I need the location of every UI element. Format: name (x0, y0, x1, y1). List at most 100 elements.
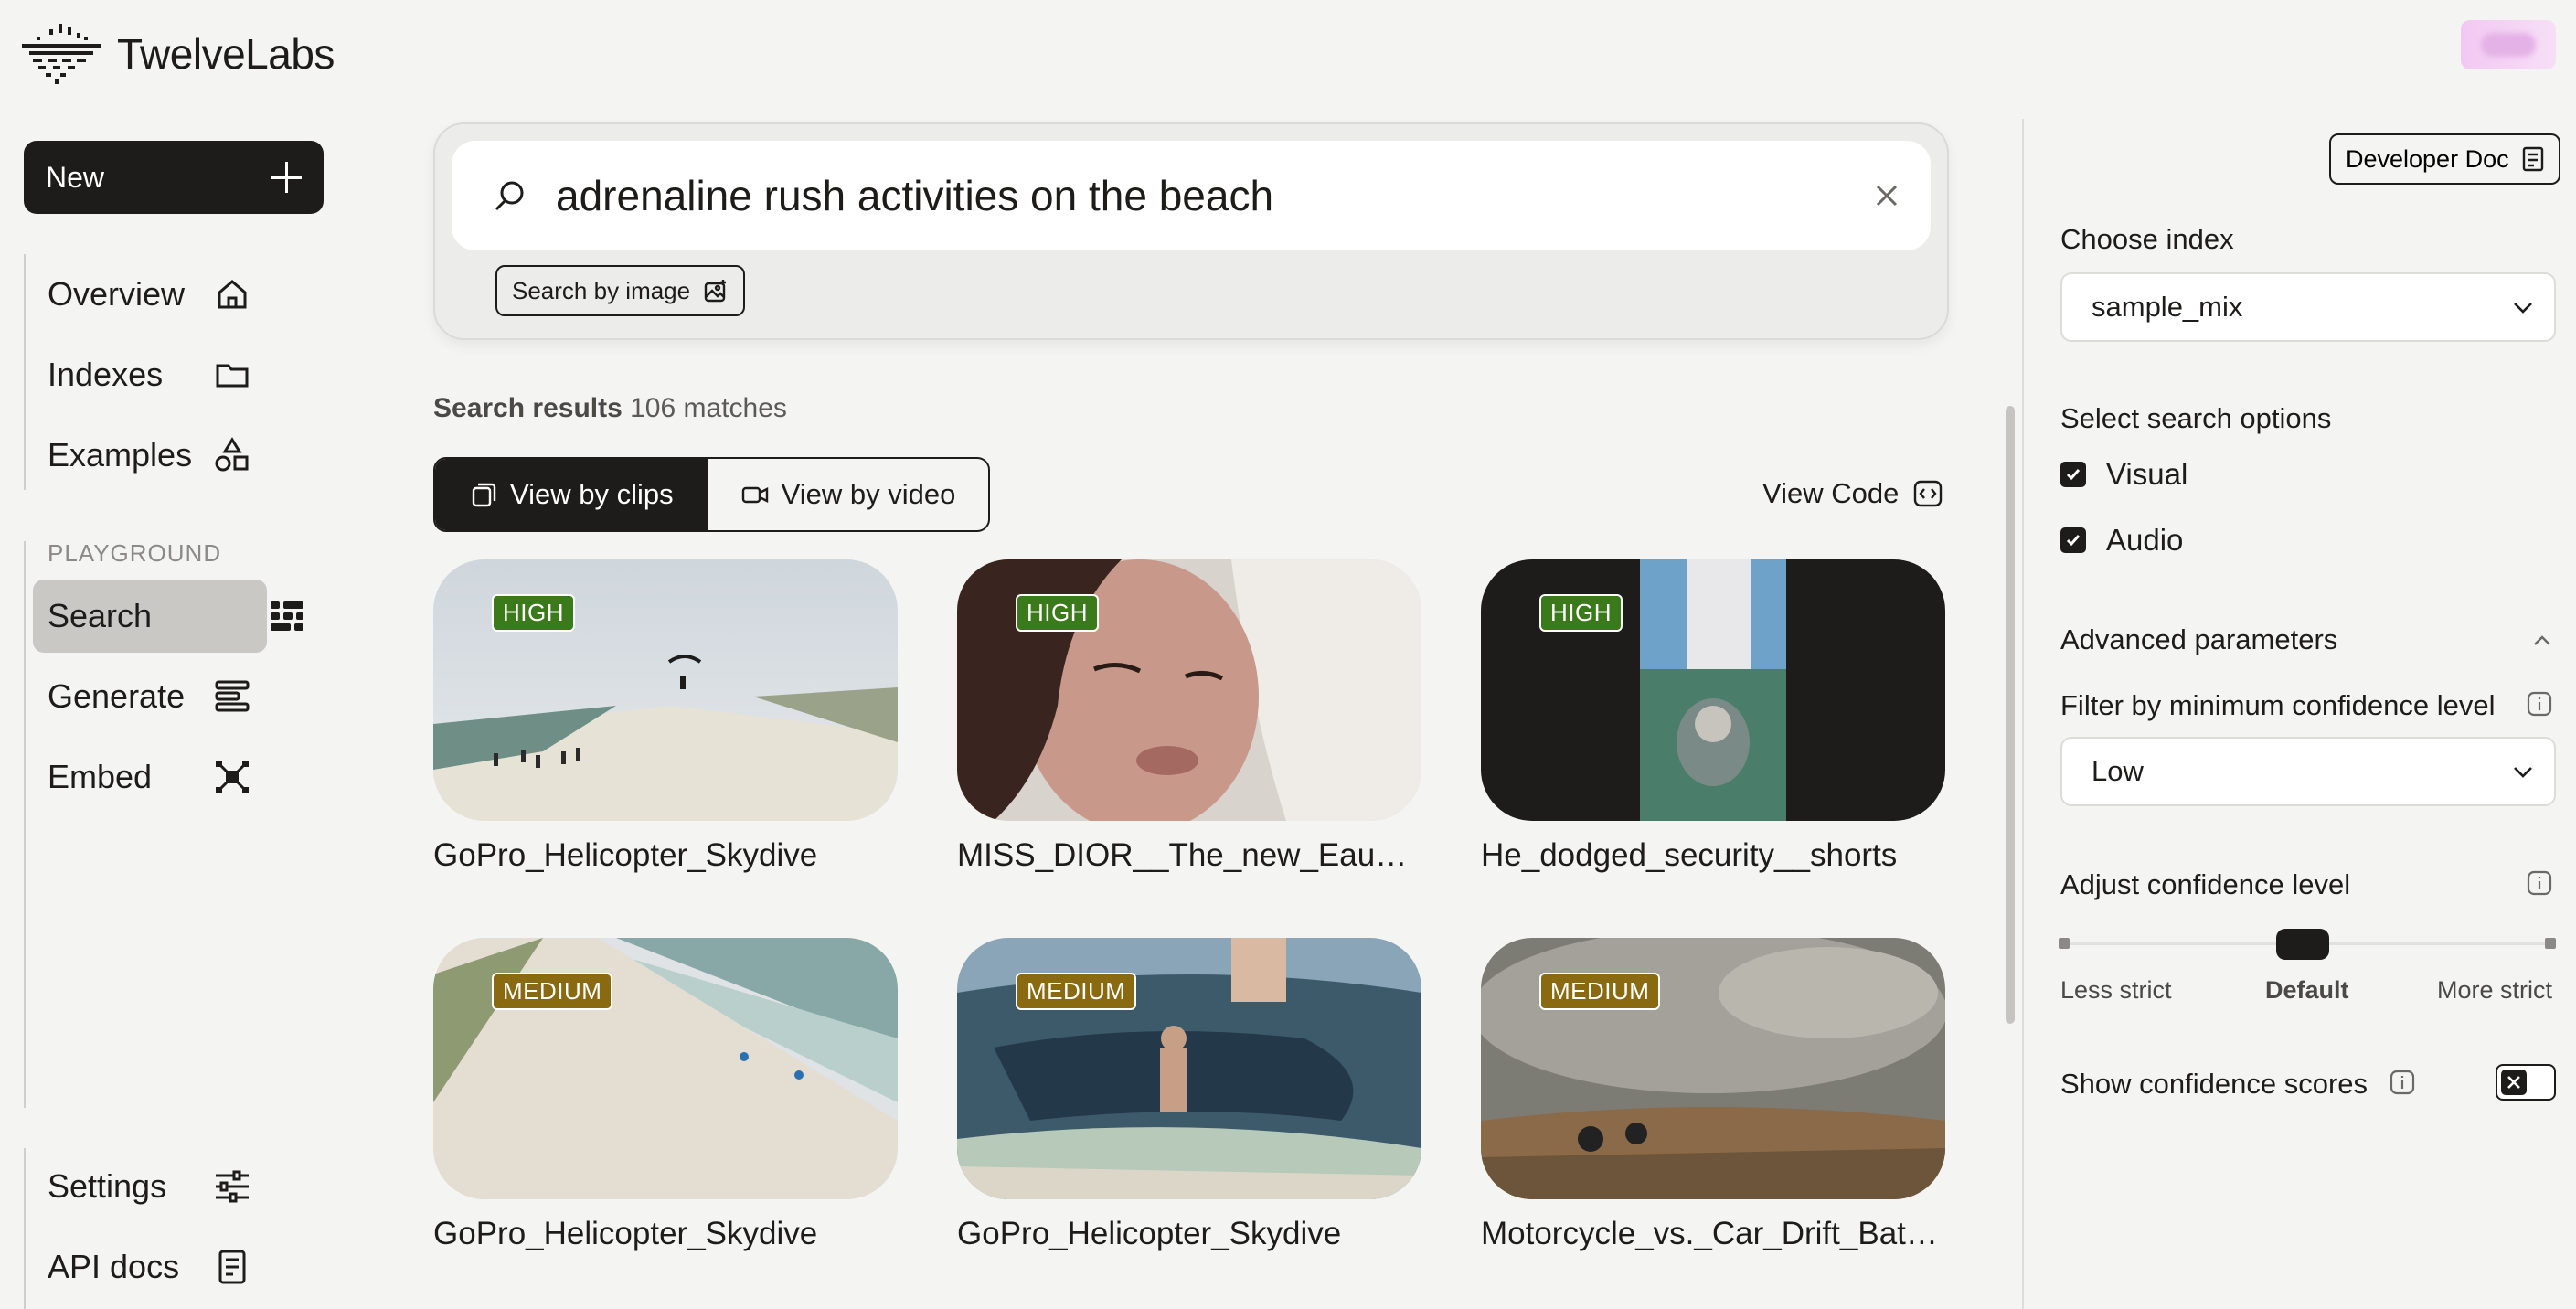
sidebar-item-examples[interactable]: Examples (33, 419, 267, 492)
shapes-icon (212, 435, 252, 475)
video-thumbnail[interactable]: HIGH (433, 559, 898, 821)
clips-icon (472, 483, 496, 507)
info-icon[interactable] (2390, 1070, 2415, 1095)
sliders-icon (212, 1166, 252, 1207)
advanced-parameters-toggle[interactable]: Advanced parameters (2060, 623, 2337, 656)
confidence-badge: MEDIUM (492, 973, 613, 1010)
new-button-label: New (46, 160, 105, 194)
option-visual[interactable]: Visual (2060, 457, 2187, 492)
video-camera-icon (741, 486, 768, 504)
close-icon (2507, 1076, 2520, 1089)
result-card[interactable]: MEDIUM GoPro_Helicopter_Skydive (957, 938, 1421, 1252)
search-icon (495, 181, 524, 211)
confidence-filter-select[interactable]: Low (2060, 737, 2556, 806)
clear-search-icon[interactable] (1870, 179, 1903, 212)
slider-label-left: Less strict (2060, 976, 2172, 1004)
search-field[interactable] (452, 141, 1931, 250)
check-icon (2066, 469, 2081, 481)
view-by-video-label: View by video (781, 478, 956, 510)
search-by-image-label: Search by image (512, 276, 691, 304)
sidebar-item-label: API docs (48, 1248, 180, 1285)
video-thumbnail[interactable]: MEDIUM (957, 938, 1421, 1199)
result-card[interactable]: HIGH MISS_DIOR__The_new_Eau_de_Parfum (957, 559, 1421, 874)
audio-checkbox[interactable] (2060, 527, 2086, 553)
chevron-up-icon[interactable] (2530, 629, 2554, 653)
view-by-clips-label: View by clips (510, 478, 674, 510)
confidence-badge: HIGH (492, 594, 575, 632)
developer-doc-button[interactable]: Developer Doc (2329, 133, 2560, 185)
new-button[interactable]: New (24, 141, 324, 214)
view-code-link[interactable]: View Code (1762, 477, 1943, 510)
results-heading: Search results (433, 393, 623, 423)
sidebar-item-label: Examples (48, 436, 193, 474)
result-card[interactable]: HIGH He_dodged_security__shorts (1481, 559, 1945, 874)
chevron-down-icon (2514, 303, 2532, 314)
video-title: GoPro_Helicopter_Skydive (433, 1216, 818, 1251)
video-title: GoPro_Helicopter_Skydive (433, 837, 818, 873)
index-select[interactable]: sample_mix (2060, 272, 2556, 342)
info-icon[interactable] (2527, 691, 2552, 717)
sidebar-item-label: Settings (48, 1167, 167, 1205)
choose-index-label: Choose index (2060, 223, 2234, 255)
sidebar-item-api-docs[interactable]: API docs (33, 1230, 267, 1304)
info-icon[interactable] (2527, 870, 2552, 896)
nav-group-bottom (24, 1148, 26, 1309)
home-icon (212, 274, 252, 314)
sidebar-item-settings[interactable]: Settings (33, 1150, 267, 1223)
chevron-down-icon (2514, 767, 2532, 778)
image-add-icon (704, 280, 727, 303)
visual-checkbox[interactable] (2060, 462, 2086, 487)
option-label: Visual (2106, 457, 2188, 491)
option-label: Audio (2106, 523, 2184, 557)
sidebar-item-embed[interactable]: Embed (33, 740, 267, 814)
video-title: He_dodged_security__shorts (1481, 837, 1898, 873)
video-title: GoPro_Helicopter_Skydive (957, 1216, 1342, 1251)
search-input[interactable] (556, 171, 1836, 220)
slider-min-marker (2059, 938, 2070, 949)
video-title: MISS_DIOR__The_new_Eau_de_Parfum (957, 837, 1421, 873)
advanced-parameters-label: Advanced parameters (2060, 623, 2338, 655)
index-select-value: sample_mix (2092, 291, 2243, 323)
nav-group-playground (24, 541, 26, 1108)
sidebar-item-label: Generate (48, 677, 186, 715)
search-panel: Search by image (433, 122, 1949, 340)
developer-doc-label: Developer Doc (2346, 144, 2509, 173)
result-card[interactable]: MEDIUM GoPro_Helicopter_Skydive (433, 938, 898, 1252)
results-scrollbar[interactable] (2006, 406, 2015, 1024)
search-grid-icon (267, 596, 307, 636)
results-count: 106 matches (630, 393, 787, 423)
sidebar-item-generate[interactable]: Generate (33, 660, 267, 733)
sidebar-item-label: Indexes (48, 356, 164, 393)
confidence-badge: HIGH (1539, 594, 1623, 632)
video-thumbnail[interactable]: MEDIUM (1481, 938, 1945, 1199)
video-thumbnail[interactable]: HIGH (1481, 559, 1945, 821)
result-card[interactable]: MEDIUM Motorcycle_vs._Car_Drift_Battle_T… (1481, 938, 1945, 1252)
slider-max-marker (2545, 938, 2556, 949)
app-logo[interactable]: TwelveLabs (20, 24, 335, 84)
check-icon (2066, 535, 2081, 547)
twelvelabs-logo-icon (22, 24, 101, 84)
view-toggle: View by clips View by video (433, 457, 991, 532)
adjust-confidence-label: Adjust confidence level (2060, 868, 2351, 900)
option-audio[interactable]: Audio (2060, 523, 2183, 558)
video-thumbnail[interactable]: HIGH (957, 559, 1421, 821)
view-by-clips-button[interactable]: View by clips (435, 459, 708, 530)
sidebar-item-label: Overview (48, 275, 186, 313)
sidebar-item-label: Search (48, 597, 153, 634)
brand-name: TwelveLabs (117, 30, 335, 78)
user-avatar[interactable] (2461, 20, 2556, 69)
embed-nodes-icon (212, 757, 252, 797)
search-by-image-button[interactable]: Search by image (495, 265, 746, 316)
sidebar-item-overview[interactable]: Overview (33, 258, 267, 331)
confidence-slider-thumb[interactable] (2276, 929, 2329, 960)
confidence-badge: MEDIUM (1539, 973, 1661, 1010)
sidebar-item-indexes[interactable]: Indexes (33, 338, 267, 411)
view-by-video-button[interactable]: View by video (708, 459, 989, 530)
result-card[interactable]: HIGH GoPro_Helicopter_Skydive (433, 559, 898, 874)
sidebar-item-search[interactable]: Search (33, 580, 303, 653)
filter-confidence-label: Filter by minimum confidence level (2060, 689, 2496, 721)
view-code-label: View Code (1762, 477, 1900, 509)
show-scores-toggle[interactable] (2496, 1064, 2556, 1101)
confidence-filter-value: Low (2092, 755, 2144, 787)
video-thumbnail[interactable]: MEDIUM (433, 938, 898, 1199)
